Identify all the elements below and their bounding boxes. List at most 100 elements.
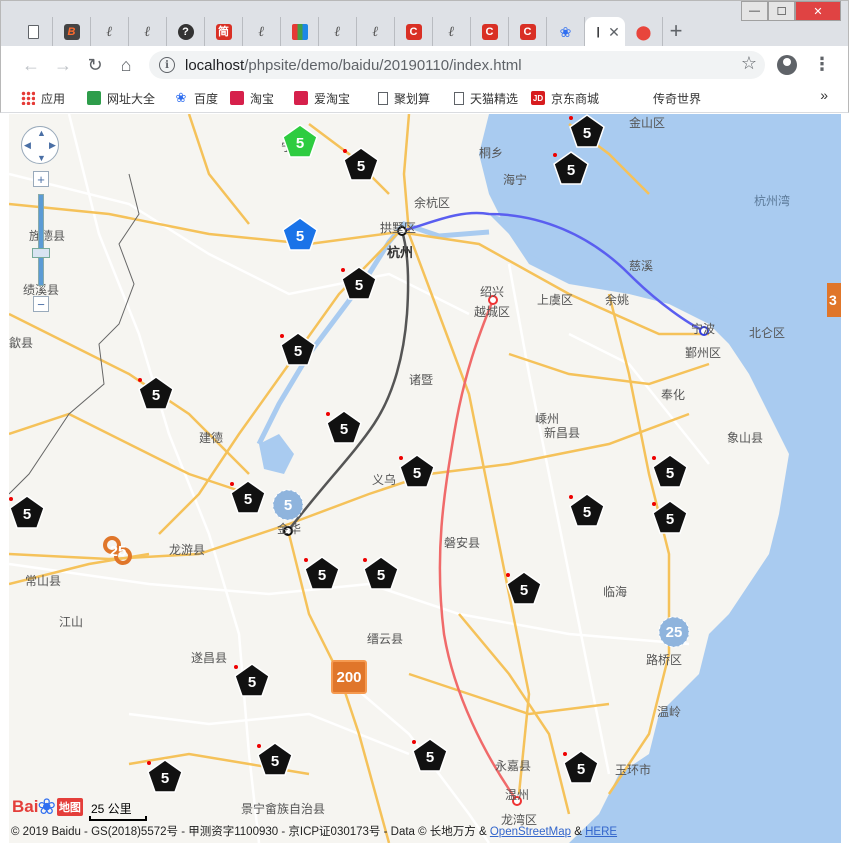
pan-right-icon[interactable]: ▶ bbox=[49, 141, 56, 150]
marker-pin-icon bbox=[569, 116, 573, 120]
menu-icon[interactable]: ⋮ bbox=[813, 54, 831, 75]
pan-up-icon[interactable]: ▲ bbox=[37, 129, 46, 138]
browser-tab[interactable]: ℓ bbox=[91, 17, 129, 47]
map-marker[interactable]: 5 bbox=[563, 750, 599, 784]
place-label: 义乌 bbox=[372, 473, 397, 487]
marker-count: 5 bbox=[243, 490, 253, 508]
marker-pin-icon bbox=[563, 752, 567, 756]
highlighted-map-marker[interactable]: 5 bbox=[282, 217, 318, 251]
map-marker[interactable]: 5 bbox=[280, 332, 316, 366]
map-marker[interactable]: 5 bbox=[257, 742, 293, 776]
minimize-button[interactable]: — bbox=[741, 1, 768, 21]
bookmark-item[interactable]: JD 京东商城 bbox=[531, 89, 599, 107]
browser-tab[interactable]: ℓ bbox=[243, 17, 281, 47]
map-marker[interactable]: 5 bbox=[569, 114, 605, 148]
map-marker[interactable]: 5 bbox=[506, 571, 542, 605]
browser-tab[interactable]: ℓ bbox=[129, 17, 167, 47]
pan-down-icon[interactable]: ▼ bbox=[37, 154, 46, 163]
bookmark-star-icon[interactable]: ☆ bbox=[741, 53, 757, 74]
close-window-button[interactable]: ✕ bbox=[795, 1, 841, 21]
highlighted-map-marker[interactable]: 5 bbox=[282, 124, 318, 158]
browser-tab[interactable]: B bbox=[53, 17, 91, 47]
map-cluster[interactable]: 25 bbox=[101, 534, 135, 568]
map-marker[interactable]: 5 bbox=[363, 556, 399, 590]
bookmark-item[interactable]: 淘宝 bbox=[230, 89, 274, 107]
browser-tab[interactable]: | ✕ bbox=[585, 17, 625, 47]
map-marker[interactable]: 5 bbox=[341, 266, 377, 300]
map-marker[interactable]: 5 bbox=[652, 500, 688, 534]
browser-tab[interactable]: ⬤ bbox=[625, 17, 663, 47]
browser-tab[interactable]: ℓ bbox=[357, 17, 395, 47]
map-marker[interactable]: 5 bbox=[652, 454, 688, 488]
place-label: 拱墅区 bbox=[380, 221, 417, 235]
bookmark-label: 应用 bbox=[41, 91, 66, 106]
marker-count: 5 bbox=[295, 227, 305, 245]
map-marker[interactable]: 5 bbox=[326, 410, 362, 444]
map-marker[interactable]: 5 bbox=[234, 663, 270, 697]
map-marker[interactable]: 5 bbox=[147, 759, 183, 793]
map-pan-control[interactable]: ▲ ▼ ◀ ▶ bbox=[21, 126, 59, 164]
bookmark-item[interactable]: 传奇世界 bbox=[653, 89, 701, 107]
map-cluster[interactable]: 200 bbox=[331, 660, 367, 694]
zoom-slider-handle[interactable] bbox=[32, 248, 50, 258]
zoom-in-button[interactable]: + bbox=[33, 171, 49, 187]
baidu-map-logo[interactable]: Bai ❀ 地图 bbox=[12, 794, 83, 820]
map-marker[interactable]: 5 bbox=[412, 738, 448, 772]
browser-tab[interactable]: ? bbox=[167, 17, 205, 47]
c-red-icon: C bbox=[481, 24, 498, 40]
marker-pin-icon bbox=[326, 412, 330, 416]
colorful-grid-icon bbox=[291, 24, 308, 40]
browser-tab[interactable] bbox=[281, 17, 319, 47]
browser-tab[interactable]: ℓ bbox=[433, 17, 471, 47]
bookmark-item[interactable]: ❀ 百度 bbox=[174, 89, 218, 107]
browser-tab[interactable]: 简 bbox=[205, 17, 243, 47]
home-button[interactable]: ⌂ bbox=[114, 53, 138, 77]
place-label: 杭州湾 bbox=[754, 194, 791, 208]
place-label: 上虞区 bbox=[537, 293, 574, 307]
here-link[interactable]: HERE bbox=[585, 826, 617, 838]
new-tab-button[interactable]: + bbox=[663, 18, 689, 44]
browser-tab[interactable]: C bbox=[509, 17, 547, 47]
map-marker[interactable]: 5 bbox=[230, 480, 266, 514]
maximize-button[interactable]: ☐ bbox=[768, 1, 795, 21]
baidu-map[interactable]: 宁国桐乡海宁余杭区拱墅区杭州杭州湾慈溪绍兴越城区上虞区余姚宁波鄞州区北仑区旌德县… bbox=[9, 114, 841, 843]
map-marker[interactable]: 5 bbox=[138, 376, 174, 410]
back-button[interactable]: ← bbox=[19, 53, 43, 77]
map-marker[interactable]: 5 bbox=[343, 147, 379, 181]
bookmarks-overflow-button[interactable]: » bbox=[820, 87, 828, 103]
pan-left-icon[interactable]: ◀ bbox=[24, 141, 31, 150]
bookmark-item[interactable]: 聚划算 bbox=[378, 89, 430, 107]
browser-tab[interactable]: ℓ bbox=[319, 17, 357, 47]
active-tab-title: | bbox=[596, 25, 600, 38]
bookmark-item[interactable]: 网址大全 bbox=[87, 89, 155, 107]
ai-taobao-icon bbox=[294, 91, 308, 105]
reload-button[interactable]: ↻ bbox=[83, 53, 107, 77]
place-label: 杭州 bbox=[387, 245, 414, 260]
browser-tab[interactable]: C bbox=[471, 17, 509, 47]
map-marker[interactable]: 5 bbox=[9, 495, 45, 529]
marker-pin-icon bbox=[257, 744, 261, 748]
browser-tab[interactable] bbox=[15, 17, 53, 47]
map-marker[interactable]: 5 bbox=[399, 454, 435, 488]
bookmark-item[interactable]: 应用 bbox=[21, 89, 65, 107]
marker-pin-icon bbox=[652, 502, 656, 506]
browser-tab[interactable]: ❀ bbox=[547, 17, 585, 47]
site-info-icon[interactable]: i bbox=[159, 57, 175, 73]
map-marker[interactable]: 5 bbox=[569, 493, 605, 527]
tab-close-icon[interactable]: ✕ bbox=[608, 24, 620, 41]
bookmark-item[interactable]: 爱淘宝 bbox=[294, 89, 350, 107]
bookmark-label: 网址大全 bbox=[107, 91, 156, 106]
map-marker[interactable]: 5 bbox=[553, 151, 589, 185]
forward-button[interactable]: → bbox=[51, 53, 75, 77]
bookmark-item[interactable]: 天猫精选 bbox=[454, 89, 518, 107]
address-bar[interactable]: i localhost/phpsite/demo/baidu/20190110/… bbox=[149, 51, 765, 79]
zoom-level-bar[interactable] bbox=[38, 194, 44, 286]
account-icon[interactable] bbox=[777, 55, 797, 75]
zoom-out-button[interactable]: − bbox=[33, 296, 49, 312]
map-cluster[interactable]: 5 bbox=[271, 488, 305, 522]
map-marker[interactable]: 5 bbox=[304, 556, 340, 590]
map-cluster[interactable]: 3 bbox=[827, 283, 841, 317]
openstreetmap-link[interactable]: OpenStreetMap bbox=[490, 826, 571, 838]
map-cluster[interactable]: 25 bbox=[657, 615, 691, 649]
browser-tab[interactable]: C bbox=[395, 17, 433, 47]
